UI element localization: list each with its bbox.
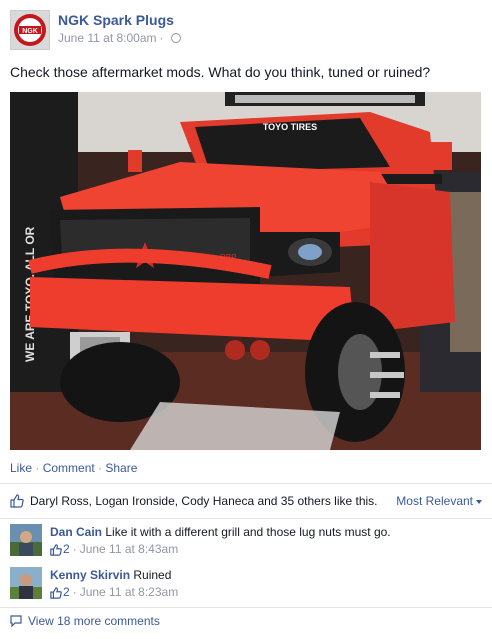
page-name-link[interactable]: NGK Spark Plugs	[58, 11, 181, 29]
like-thumb-icon	[50, 543, 62, 556]
comment-item: Dan Cain Like it with a different grill …	[10, 524, 480, 558]
windshield-text: TOYO TIRES	[263, 122, 317, 132]
divider	[0, 518, 492, 519]
comment-text: Ruined	[133, 568, 172, 582]
share-link[interactable]: Share	[105, 461, 137, 475]
comment-meta: 2 · June 11 at 8:43am	[50, 541, 391, 558]
comment-timestamp[interactable]: June 11 at 8:23am	[80, 584, 179, 601]
timestamp-row: June 11 at 8:00am ·	[58, 29, 181, 47]
comment-timestamp[interactable]: June 11 at 8:43am	[80, 541, 179, 558]
commenter-avatar[interactable]	[10, 524, 42, 556]
likes-text[interactable]: Daryl Ross, Logan Ironside, Cody Haneca …	[30, 494, 396, 508]
action-separator: ·	[32, 461, 43, 475]
action-separator: ·	[94, 461, 106, 475]
comment-bubble-icon	[10, 615, 22, 627]
view-more-label: View 18 more comments	[28, 614, 160, 628]
comment-link[interactable]: Comment	[43, 461, 95, 475]
likes-summary: Daryl Ross, Logan Ironside, Cody Haneca …	[10, 492, 482, 510]
avatar-image	[10, 567, 42, 599]
caret-down-icon	[476, 499, 482, 504]
commenter-name[interactable]: Dan Cain	[50, 525, 102, 539]
comment-like-count[interactable]: 2	[63, 584, 70, 601]
commenter-name[interactable]: Kenny Skirvin	[50, 568, 130, 582]
most-relevant-dropdown[interactable]: Most Relevant	[396, 494, 482, 508]
divider	[0, 607, 492, 608]
post-actions: Like · Comment · Share	[10, 460, 137, 476]
meta-separator: ·	[72, 542, 77, 556]
meta-separator: ·	[72, 585, 77, 599]
page-avatar[interactable]: NGK	[10, 10, 50, 50]
like-link[interactable]: Like	[10, 461, 32, 475]
timestamp-separator: ·	[159, 31, 164, 45]
logo-text: NGK	[22, 28, 38, 35]
comment-body: Dan Cain Like it with a different grill …	[50, 524, 391, 558]
comment-meta: 2 · June 11 at 8:23am	[50, 584, 178, 601]
truck-illustration: WE ARE TOYO. ALL OR TOYO TIRES RBP	[10, 92, 481, 450]
avatar-image	[10, 524, 42, 556]
globe-icon[interactable]	[170, 33, 181, 43]
comment-item: Kenny Skirvin Ruined 2 · June 11 at 8:23…	[10, 567, 480, 601]
like-thumb-icon	[50, 586, 62, 599]
post-timestamp[interactable]: June 11 at 8:00am	[58, 29, 157, 47]
post-header: NGK NGK Spark Plugs June 11 at 8:00am ·	[10, 10, 181, 52]
ngk-logo-icon: NGK	[11, 11, 49, 49]
comment-text: Like it with a different grill and those…	[105, 525, 391, 539]
divider	[0, 483, 492, 484]
facebook-post: NGK NGK Spark Plugs June 11 at 8:00am · …	[0, 0, 492, 639]
comment-like-count[interactable]: 2	[63, 541, 70, 558]
post-photo[interactable]: WE ARE TOYO. ALL OR TOYO TIRES RBP	[10, 92, 481, 450]
commenter-avatar[interactable]	[10, 567, 42, 599]
view-more-comments-link[interactable]: View 18 more comments	[10, 614, 160, 628]
sort-label: Most Relevant	[396, 494, 473, 508]
like-thumb-icon	[10, 494, 24, 508]
post-text: Check those aftermarket mods. What do yo…	[10, 64, 431, 80]
comment-body: Kenny Skirvin Ruined 2 · June 11 at 8:23…	[50, 567, 178, 601]
post-meta: NGK Spark Plugs June 11 at 8:00am ·	[58, 11, 181, 52]
